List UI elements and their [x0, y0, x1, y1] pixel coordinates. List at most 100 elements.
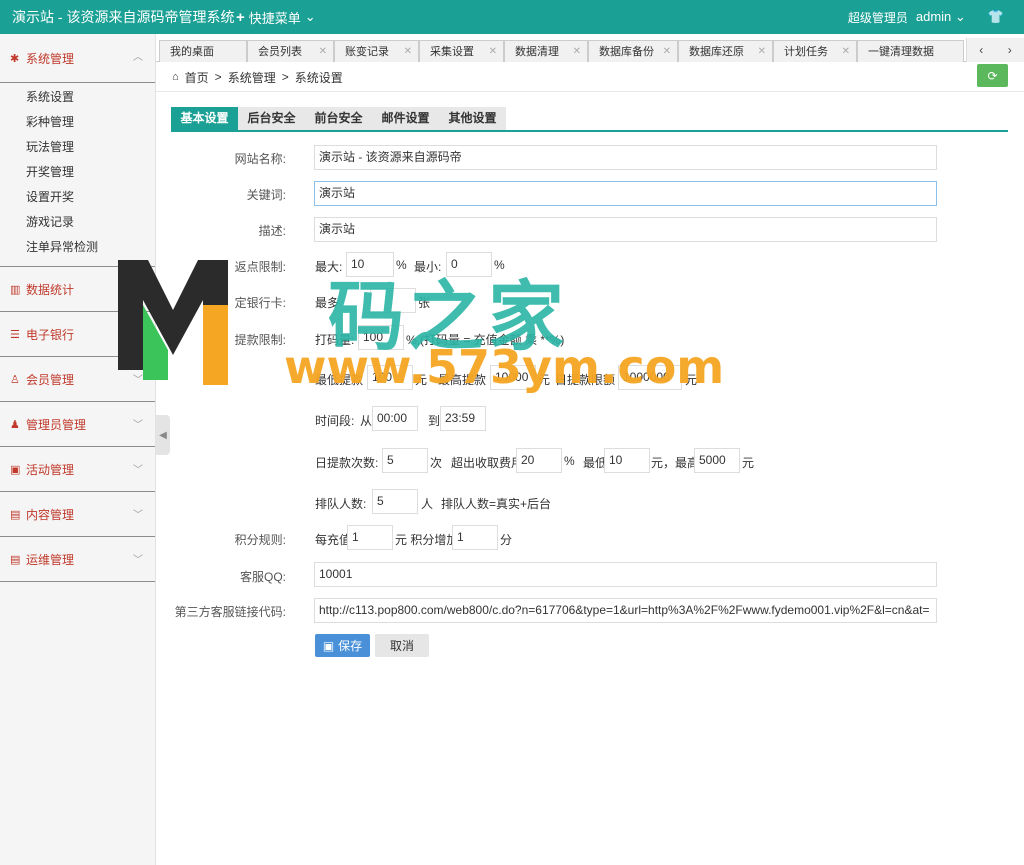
- sidebar-item[interactable]: 开奖管理: [0, 160, 155, 185]
- tab-tasks[interactable]: 计划任务 ✕: [773, 40, 857, 62]
- tab-clean[interactable]: 数据清理 ✕: [504, 40, 588, 62]
- close-icon[interactable]: ✕: [404, 41, 412, 63]
- user-icon: ♙: [10, 373, 20, 386]
- chevron-down-icon: ﹀: [133, 555, 143, 566]
- tab-frontend-security[interactable]: 前台安全: [305, 107, 372, 130]
- fee-input[interactable]: 20: [516, 448, 562, 473]
- breadcrumb-item[interactable]: 首页: [185, 69, 209, 86]
- site-name-input[interactable]: 演示站 - 该资源来自源码帝: [314, 145, 937, 170]
- floppy-icon: ▣: [322, 638, 335, 653]
- chevron-down-icon: ⌄: [304, 9, 316, 24]
- tab-one-click-clean[interactable]: 一键清理数据: [857, 40, 964, 62]
- site-name-label: 网站名称:: [234, 152, 286, 166]
- app-title: 演示站 - 该资源来自源码帝管理系统: [12, 9, 235, 25]
- book-icon: ▤: [10, 553, 21, 566]
- watermark-url: www.573ym.com: [284, 340, 725, 394]
- tab-basic-settings[interactable]: 基本设置: [171, 107, 238, 130]
- sidebar-group-label: 管理员管理: [26, 417, 87, 432]
- chevron-down-icon: ﹀: [133, 420, 143, 431]
- home-icon: ⌂: [172, 71, 179, 83]
- sidebar: ✱ 系统管理 ︿ 系统设置 彩种管理 玩法管理 开奖管理 设置开奖 游戏记录 注…: [0, 34, 156, 865]
- sidebar-group-header[interactable]: ✱ 系统管理 ︿: [0, 34, 155, 82]
- save-button[interactable]: ▣ 保存: [315, 634, 370, 657]
- chevron-down-icon: ﹀: [133, 510, 143, 521]
- user-menu-button[interactable]: admin ⌄: [916, 9, 966, 25]
- keywords-label: 关键词:: [246, 188, 286, 202]
- quick-menu-button[interactable]: + 快捷菜单 ⌄: [236, 8, 316, 27]
- tab-backend-security[interactable]: 后台安全: [238, 107, 305, 130]
- sidebar-collapse-handle[interactable]: ◀: [156, 415, 170, 455]
- tab-other-settings[interactable]: 其他设置: [439, 107, 506, 130]
- sidebar-item[interactable]: 游戏记录: [0, 210, 155, 235]
- settings-tabs: 基本设置 后台安全 前台安全 邮件设置 其他设置: [171, 107, 1008, 132]
- tab-restore[interactable]: 数据库还原 ✕: [678, 40, 773, 62]
- fee-max-input[interactable]: 5000: [694, 448, 740, 473]
- sidebar-group-label: 运维管理: [26, 552, 75, 567]
- sidebar-item[interactable]: 系统设置: [0, 85, 155, 110]
- sidebar-group-admins[interactable]: ♟ 管理员管理 ﹀: [0, 402, 155, 447]
- tab-collect[interactable]: 采集设置 ✕: [419, 40, 504, 62]
- sidebar-group-label: 会员管理: [26, 372, 75, 387]
- sidebar-group-system: ✱ 系统管理 ︿ 系统设置 彩种管理 玩法管理 开奖管理 设置开奖 游戏记录 注…: [0, 34, 155, 267]
- close-icon[interactable]: ✕: [573, 41, 581, 63]
- chevron-left-icon[interactable]: ‹: [979, 43, 983, 57]
- close-icon[interactable]: ✕: [319, 41, 327, 63]
- breadcrumb: ⌂ 首页 > 系统管理 > 系统设置: [172, 69, 343, 86]
- sidebar-item[interactable]: 设置开奖: [0, 185, 155, 210]
- close-icon[interactable]: ✕: [758, 41, 766, 63]
- watermark-logo: [118, 260, 228, 385]
- points-rule-label: 积分规则:: [234, 533, 286, 547]
- refresh-button[interactable]: ⟳: [977, 64, 1008, 87]
- sidebar-group-label: 系统管理: [26, 51, 75, 66]
- tab-backup[interactable]: 数据库备份 ✕: [588, 40, 678, 62]
- breadcrumb-item: 系统设置: [294, 70, 343, 85]
- tab-desktop[interactable]: 我的桌面: [159, 40, 247, 62]
- keywords-input[interactable]: 演示站: [314, 181, 937, 206]
- book-icon: ▤: [10, 508, 21, 521]
- tab-members[interactable]: 会员列表 ✕: [247, 40, 334, 62]
- close-icon[interactable]: ✕: [489, 41, 497, 63]
- sidebar-group-label: 数据统计: [26, 282, 75, 297]
- third-party-label: 第三方客服链接代码:: [174, 605, 286, 619]
- third-party-input[interactable]: http://c113.pop800.com/web800/c.do?n=617…: [314, 598, 937, 623]
- skin-icon[interactable]: 👕: [988, 9, 1004, 25]
- sidebar-group-label: 电子银行: [26, 327, 75, 342]
- points-add-input[interactable]: 1: [452, 525, 498, 550]
- time-from-input[interactable]: 00:00: [372, 406, 418, 431]
- queue-input[interactable]: 5: [372, 489, 418, 514]
- qq-label: 客服QQ:: [239, 570, 286, 584]
- chevron-right-icon[interactable]: ›: [1008, 43, 1012, 57]
- close-icon[interactable]: ✕: [663, 41, 671, 63]
- list-icon: ☰: [10, 328, 20, 341]
- sidebar-group-content[interactable]: ▤ 内容管理 ﹀: [0, 492, 155, 537]
- fee-min-input[interactable]: 10: [604, 448, 650, 473]
- time-to-input[interactable]: 23:59: [440, 406, 486, 431]
- points-recharge-input[interactable]: 1: [347, 525, 393, 550]
- qq-input[interactable]: 10001: [314, 562, 937, 587]
- gear-icon: ✱: [10, 52, 20, 65]
- breadcrumb-item[interactable]: 系统管理: [228, 69, 276, 86]
- quick-menu-label: 快捷菜单: [248, 10, 301, 26]
- gift-icon: ▣: [10, 463, 21, 476]
- refresh-icon: ⟳: [987, 68, 998, 83]
- description-label: 描述:: [258, 224, 286, 238]
- chevron-up-icon: ︿: [133, 52, 143, 63]
- top-bar: 演示站 - 该资源来自源码帝管理系统 + 快捷菜单 ⌄ 超级管理员 admin …: [0, 0, 1024, 34]
- sidebar-item[interactable]: 玩法管理: [0, 135, 155, 160]
- tab-bar: 我的桌面 会员列表 ✕ 账变记录 ✕ 采集设置 ✕ 数据清理 ✕ 数据库备份 ✕ 数据库还…: [156, 38, 1024, 62]
- close-icon[interactable]: ✕: [842, 41, 850, 63]
- sidebar-group-ops[interactable]: ▤ 运维管理 ﹀: [0, 537, 155, 582]
- tab-mail-settings[interactable]: 邮件设置: [372, 107, 439, 130]
- daily-count-input[interactable]: 5: [382, 448, 428, 473]
- bar-chart-icon: ▥: [10, 283, 21, 296]
- chevron-down-icon: ﹀: [133, 465, 143, 476]
- tab-scroll-nav: ‹ ›: [966, 38, 1024, 62]
- admin-icon: ♟: [10, 418, 20, 431]
- description-input[interactable]: 演示站: [314, 217, 937, 242]
- sidebar-item[interactable]: 彩种管理: [0, 110, 155, 135]
- user-role: 超级管理员: [847, 10, 908, 25]
- sidebar-group-events[interactable]: ▣ 活动管理 ﹀: [0, 447, 155, 492]
- cancel-button[interactable]: 取消: [375, 634, 429, 657]
- tab-balance-log[interactable]: 账变记录 ✕: [334, 40, 419, 62]
- sidebar-group-label: 内容管理: [26, 507, 75, 522]
